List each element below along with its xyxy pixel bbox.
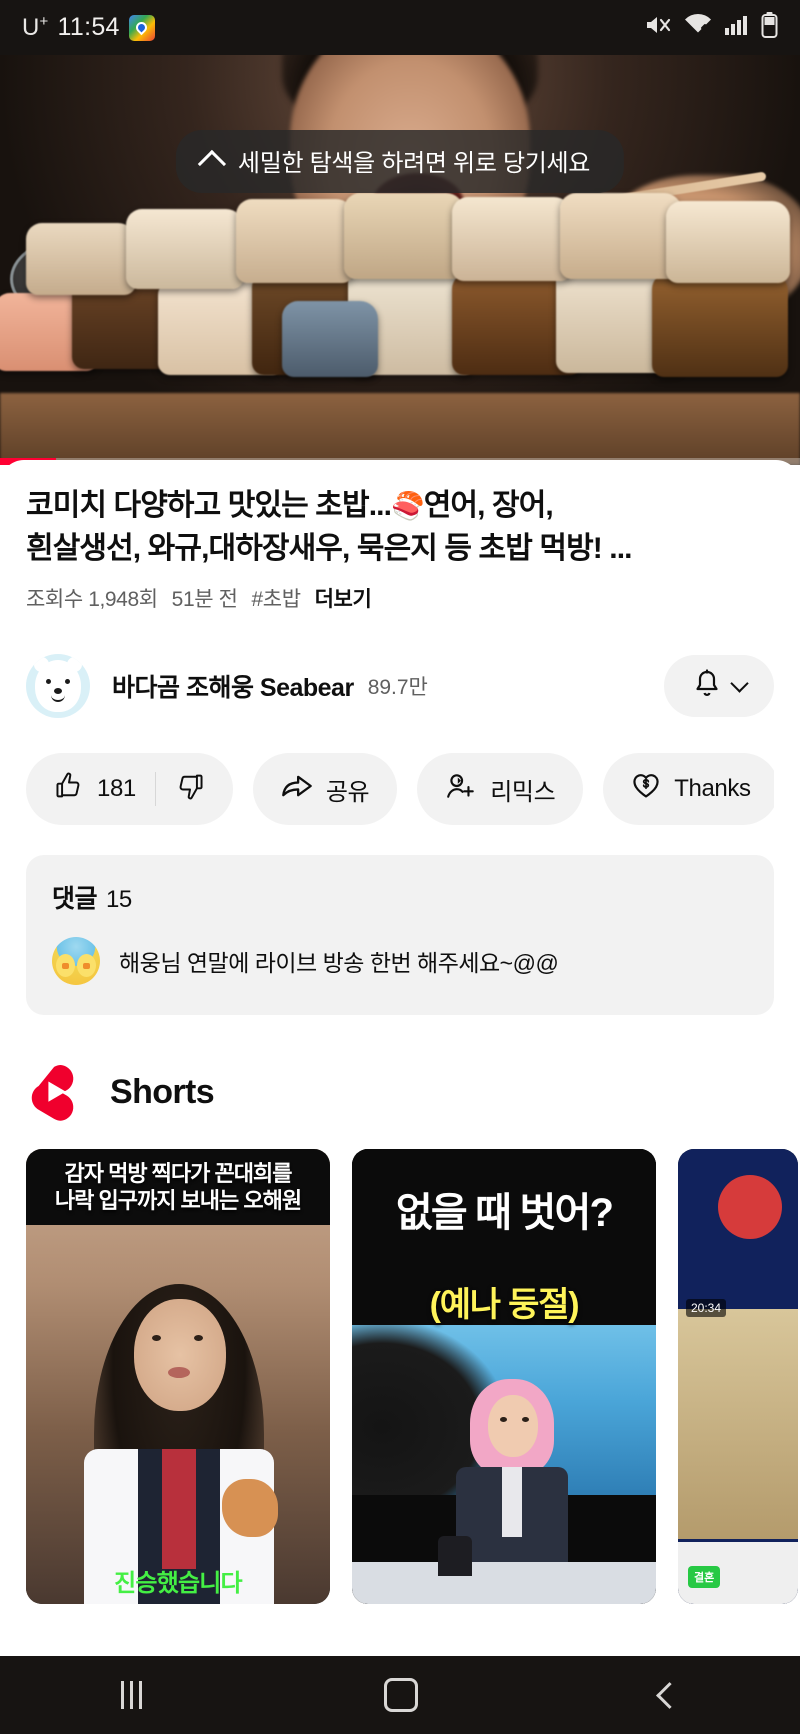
video-title[interactable]: 코미치 다양하고 맛있는 초밥...🍣연어, 장어, 흰살생선, 와규,대하장새… <box>26 460 774 570</box>
commenter-avatar <box>52 937 100 986</box>
comments-label: 댓글 <box>52 885 98 914</box>
shorts-carousel[interactable]: 감자 먹방 찍다가 꼰대희를 나락 입구까지 보내는 오해원 진승했습니다 없을… <box>26 1149 798 1605</box>
chevron-down-icon <box>729 674 749 693</box>
shorts-title: Shorts <box>110 1072 215 1111</box>
carrier-label: U+ <box>22 13 49 41</box>
status-bar: U+ 11:54 <box>0 0 800 55</box>
comments-header: 댓글 15 <box>52 879 748 915</box>
scrub-hint-label: 세밀한 탐색을 하려면 위로 당기세요 <box>237 150 591 177</box>
shorts-item[interactable]: 20:34 결혼 <box>678 1149 798 1605</box>
share-arrow-icon <box>281 772 313 807</box>
subscribed-bell-button[interactable] <box>664 655 774 718</box>
thumbs-down-icon[interactable] <box>175 771 205 808</box>
shorts-logo-icon <box>26 1061 82 1123</box>
wood-board <box>0 393 800 465</box>
thumbs-up-icon <box>54 771 84 808</box>
shorts-section-header: Shorts <box>26 1061 774 1123</box>
comments-card[interactable]: 댓글 15 해웅님 연말에 라이브 방송 한번 해주세요~@@ <box>26 855 774 1016</box>
remix-label: 리믹스 <box>490 778 556 806</box>
show-more-label[interactable]: 더보기 <box>315 583 372 613</box>
action-chip-row[interactable]: 181 공유 리믹스 Thanks <box>26 753 774 826</box>
bell-icon <box>693 669 721 704</box>
subscriber-count: 89.7만 <box>367 676 428 700</box>
video-title-line1: 코미치 다양하고 맛있는 초밥... <box>26 489 392 522</box>
chevron-up-icon <box>197 149 227 178</box>
recents-button[interactable] <box>121 1681 142 1709</box>
comments-count: 15 <box>106 886 132 914</box>
share-label: 공유 <box>325 778 370 806</box>
maps-icon <box>128 14 155 41</box>
scrub-hint-banner[interactable]: 세밀한 탐색을 하려면 위로 당기세요 <box>175 130 625 193</box>
channel-row[interactable]: 바다곰 조해웅 Seabear 89.7만 <box>26 647 774 725</box>
status-bar-left: U+ 11:54 <box>22 13 155 42</box>
system-navigation-bar <box>0 1656 800 1734</box>
shorts-item[interactable]: 감자 먹방 찍다가 꼰대희를 나락 입구까지 보내는 오해원 진승했습니다 <box>26 1149 330 1605</box>
video-title-line2: 흰살생선, 와규,대하장새우, 묵은지 등 초밥 먹방! ... <box>26 531 633 565</box>
sushi-platter <box>0 193 800 465</box>
upload-age: 51분 전 <box>171 588 238 612</box>
remix-icon <box>445 772 477 807</box>
video-player[interactable]: 세밀한 탐색을 하려면 위로 당기세요 <box>0 55 800 465</box>
thanks-chip[interactable]: Thanks <box>603 753 774 826</box>
video-title-line1b: 연어, 장어, <box>423 489 554 522</box>
remix-chip[interactable]: 리믹스 <box>417 753 584 826</box>
home-button[interactable] <box>384 1678 418 1712</box>
video-details-sheet: 코미치 다양하고 맛있는 초밥...🍣연어, 장어, 흰살생선, 와규,대하장새… <box>0 460 800 1734</box>
clock-label: 11:54 <box>57 13 120 41</box>
back-button[interactable] <box>656 1681 683 1709</box>
shorts-caption: 감자 먹방 찍다가 꼰대희를 나락 입구까지 보내는 오해원 <box>26 1149 330 1225</box>
shorts-caption-line1: 감자 먹방 찍다가 꼰대희를 <box>64 1161 293 1187</box>
view-count: 조회수 1,948회 <box>26 588 158 612</box>
video-meta[interactable]: 조회수 1,948회 51분 전 #초밥 더보기 <box>26 583 774 613</box>
like-chip[interactable]: 181 <box>26 753 233 826</box>
share-chip[interactable]: 공유 <box>252 753 398 826</box>
thanks-heart-dollar-icon <box>631 771 661 808</box>
seabear-avatar[interactable] <box>26 654 90 719</box>
status-bar-right <box>644 12 778 43</box>
top-comment[interactable]: 해웅님 연말에 라이브 방송 한번 해주세요~@@ <box>52 937 748 986</box>
shorts-caption-line2: 나락 입구까지 보내는 오해원 <box>54 1188 302 1214</box>
hashtag-link[interactable]: #초밥 <box>252 583 302 613</box>
channel-name[interactable]: 바다곰 조해웅 Seabear <box>112 668 354 704</box>
shorts-item[interactable]: 없을 때 벗어? (예나 둥절) <box>352 1149 656 1605</box>
signal-icon <box>724 13 750 42</box>
shorts-caption: 없을 때 벗어? <box>352 1149 656 1270</box>
battery-icon <box>761 12 778 43</box>
mute-icon <box>644 13 672 42</box>
top-comment-text: 해웅님 연말에 라이브 방송 한번 해주세요~@@ <box>119 950 559 977</box>
shorts-timestamp-badge: 20:34 <box>686 1299 727 1318</box>
shorts-subtitle: (예나 둥절) <box>429 1286 580 1325</box>
shorts-tag-badge: 결혼 <box>688 1566 721 1589</box>
sushi-emoji: 🍣 <box>391 491 425 521</box>
wifi-icon <box>683 13 713 42</box>
shorts-bottom-text: 진승했습니다 <box>114 1570 242 1598</box>
like-count: 181 <box>97 775 136 803</box>
chip-divider <box>154 772 156 807</box>
thanks-label: Thanks <box>674 775 751 803</box>
